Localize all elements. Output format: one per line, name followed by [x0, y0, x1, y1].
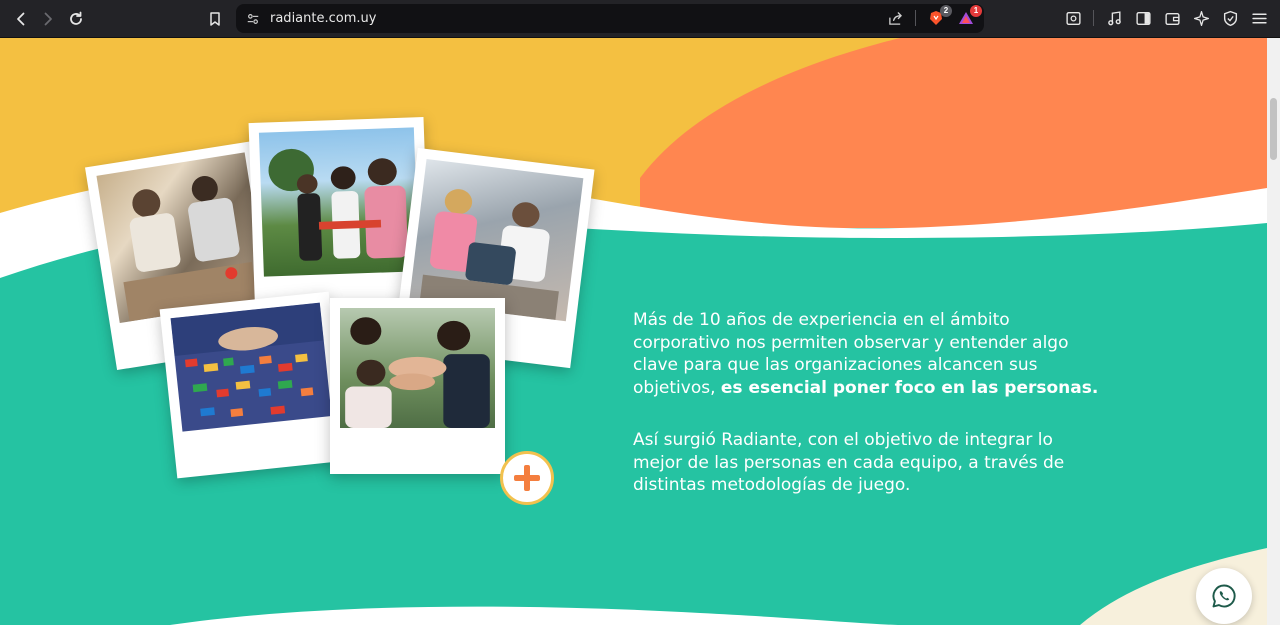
wallet-icon — [1164, 12, 1180, 25]
share-icon — [888, 11, 902, 25]
bookmark-icon — [210, 12, 220, 26]
site-settings-icon[interactable] — [246, 12, 260, 26]
chevron-left-icon — [17, 12, 25, 26]
reload-button[interactable] — [63, 6, 89, 32]
brave-badge: 2 — [940, 5, 952, 17]
share-button[interactable] — [885, 8, 905, 28]
address-separator — [915, 10, 916, 26]
sidebar-icon — [1135, 11, 1151, 25]
page-scrollbar[interactable] — [1267, 38, 1280, 625]
team-activity-photo — [96, 152, 268, 324]
scrollbar-thumb[interactable] — [1270, 98, 1277, 160]
reload-icon — [70, 11, 82, 25]
vpn-button[interactable] — [1221, 9, 1239, 27]
bookmark-button[interactable] — [202, 6, 228, 32]
photo-illustration — [419, 189, 559, 320]
address-bar[interactable]: radiante.com.uy 2 1 — [236, 4, 984, 33]
hamburger-menu-icon — [1251, 12, 1267, 24]
about-paragraph-1: Más de 10 años de experiencia en el ámbi… — [633, 309, 1103, 399]
paragraph-1-bold: es esencial poner foco en las personas. — [720, 377, 1099, 398]
brave-shields-button[interactable]: 2 — [926, 5, 952, 28]
more-info-button[interactable] — [500, 451, 554, 505]
back-button[interactable] — [8, 6, 34, 32]
chevron-right-icon — [44, 12, 52, 26]
about-text-block: Más de 10 años de experiencia en el ámbi… — [633, 309, 1103, 527]
toolbar-separator — [1093, 10, 1094, 26]
leo-ai-button[interactable] — [1192, 9, 1210, 27]
sidebar-toggle-button[interactable] — [1134, 9, 1152, 27]
photo-illustration — [170, 302, 324, 417]
brave-rewards-button[interactable]: 1 — [956, 5, 982, 28]
whatsapp-icon — [1212, 584, 1236, 608]
menu-button[interactable] — [1250, 9, 1268, 27]
lego-building-photo — [170, 302, 332, 432]
url-text[interactable]: radiante.com.uy — [270, 11, 376, 26]
alert-badge: 1 — [970, 5, 982, 17]
sparkle-icon — [1193, 10, 1209, 26]
media-button[interactable] — [1105, 9, 1123, 27]
outdoor-group-photo — [258, 127, 419, 277]
page-viewport: Más de 10 años de experiencia en el ámbi… — [0, 38, 1267, 625]
about-paragraph-2: Así surgió Radiante, con el objetivo de … — [633, 430, 1065, 495]
music-note-icon — [1107, 10, 1121, 25]
shield-icon — [1223, 10, 1237, 26]
polaroid-photo-5 — [330, 298, 505, 474]
group-game-photo — [409, 159, 584, 322]
photo-illustration — [123, 175, 259, 322]
screenshot-button[interactable] — [1064, 9, 1082, 27]
plus-icon — [514, 465, 540, 491]
forward-button[interactable] — [35, 6, 61, 32]
photo-illustration — [268, 148, 408, 261]
whatsapp-button[interactable] — [1196, 568, 1252, 624]
hands-together-photo — [340, 308, 495, 428]
photo-illustration — [345, 317, 490, 428]
browser-toolbar: radiante.com.uy 2 1 — [0, 0, 1280, 38]
reader-icon — [1065, 11, 1081, 25]
polaroid-photo-4 — [159, 291, 347, 479]
wallet-button[interactable] — [1163, 9, 1181, 27]
